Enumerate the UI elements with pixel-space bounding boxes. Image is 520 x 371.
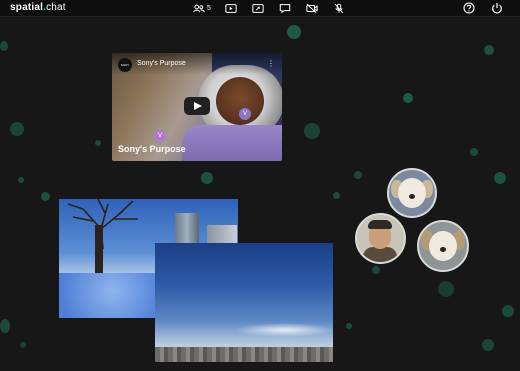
power-icon [492, 3, 502, 14]
screen-share-button[interactable] [251, 2, 265, 14]
ambient-bubble [41, 192, 50, 201]
ambient-bubble [346, 323, 352, 329]
participants-button[interactable]: 5 [193, 2, 211, 14]
ambient-bubble [95, 140, 101, 146]
participant-avatar-sony-dog-2[interactable] [417, 220, 469, 272]
help-button[interactable] [462, 2, 476, 14]
participant-avatar-man[interactable] [355, 213, 406, 264]
photo-tree-trunk [95, 225, 103, 275]
youtube-video-tile[interactable]: SONY Sony's Purpose ⋮ V V Sony's Purpose [112, 53, 282, 161]
video-title[interactable]: Sony's Purpose [137, 60, 186, 67]
user-cursor-badge: V [239, 108, 251, 120]
ambient-bubble [10, 122, 24, 136]
avatar-dog-face [398, 178, 426, 208]
avatar-dog-face [429, 231, 457, 261]
photo-skyline [155, 347, 333, 362]
avatar-dog-nose [409, 194, 415, 199]
user-cursor-badge: V [154, 130, 166, 142]
play-button[interactable] [184, 97, 210, 115]
photo-tree-branches [67, 199, 138, 249]
ambient-bubble [201, 172, 213, 184]
more-options-icon[interactable]: ⋮ [267, 59, 275, 68]
center-toolbar: 5 [193, 2, 346, 14]
camera-off-icon [306, 3, 318, 13]
photo-clouds [235, 323, 333, 337]
right-toolbar [462, 2, 504, 14]
help-icon [463, 2, 475, 14]
logo-suffix-text: chat [46, 2, 66, 13]
shared-image-sky[interactable] [155, 243, 333, 362]
ambient-bubble [470, 148, 478, 156]
top-bar: spatial.chat 5 [0, 0, 520, 17]
mic-off-icon [334, 3, 344, 13]
mic-toggle-button[interactable] [332, 2, 346, 14]
ambient-bubble [438, 281, 454, 297]
youtube-button[interactable] [224, 2, 238, 14]
ambient-bubble [20, 342, 26, 348]
leave-button[interactable] [490, 2, 504, 14]
ambient-bubble [354, 171, 362, 179]
ambient-bubble [0, 41, 8, 51]
users-icon [193, 4, 205, 12]
youtube-play-icon [225, 3, 237, 13]
video-overlay-title: Sony's Purpose [118, 144, 186, 154]
present-icon [279, 3, 291, 13]
screen-share-icon [252, 3, 264, 13]
ambient-bubble [494, 172, 506, 184]
ambient-bubble [304, 123, 320, 139]
present-button[interactable] [278, 2, 292, 14]
participants-count: 5 [207, 4, 211, 12]
avatar-dog-nose [440, 247, 446, 252]
ambient-bubble [484, 45, 494, 55]
participant-avatar-sony-dog-1[interactable] [387, 168, 437, 218]
app-logo[interactable]: spatial.chat [10, 2, 66, 13]
avatar-shirt [363, 247, 397, 262]
ambient-bubble [287, 25, 301, 39]
ambient-bubble [502, 305, 514, 317]
ambient-bubble [0, 319, 10, 333]
ambient-bubble [403, 93, 413, 103]
video-thumbnail-suit [182, 125, 282, 161]
space-canvas[interactable]: SONY Sony's Purpose ⋮ V V Sony's Purpose [0, 17, 520, 371]
ambient-bubble [18, 177, 24, 183]
ambient-bubble [482, 339, 494, 351]
ambient-bubble [372, 266, 380, 274]
camera-toggle-button[interactable] [305, 2, 319, 14]
ambient-bubble [333, 192, 340, 199]
channel-avatar[interactable]: SONY [118, 58, 132, 72]
logo-main-text: spatial [10, 2, 44, 13]
avatar-hair [368, 220, 392, 229]
